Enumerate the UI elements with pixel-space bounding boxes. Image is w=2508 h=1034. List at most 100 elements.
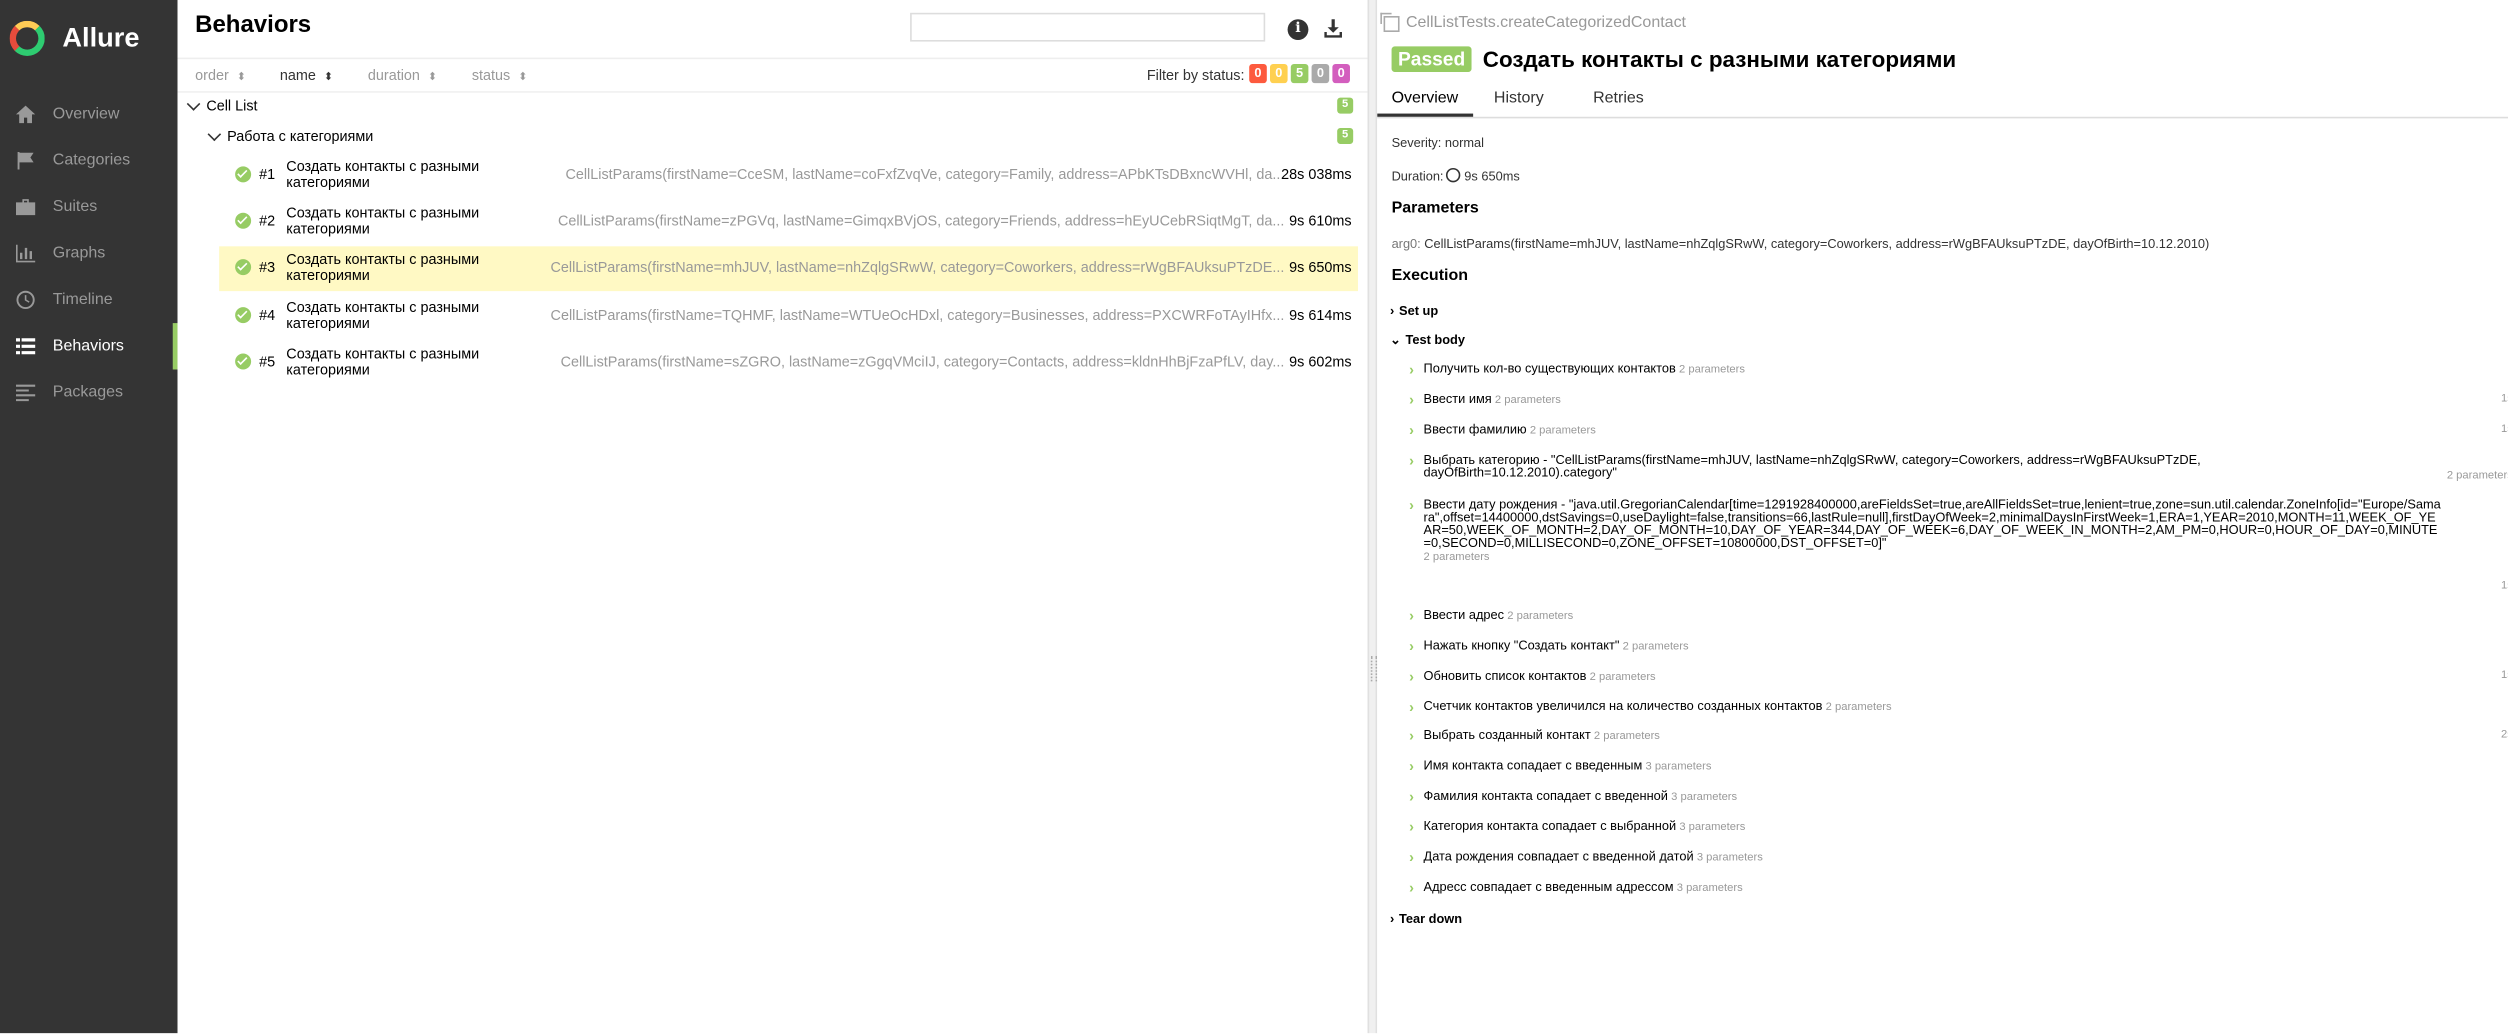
test-row-selected[interactable]: #3 Создать контакты с разными категориям… bbox=[219, 246, 1358, 292]
page-title: Behaviors bbox=[195, 11, 312, 39]
sort-name-label: name bbox=[279, 67, 316, 84]
behaviors-panel: Behaviors i order ⬍ name ⬍ duration ⬍ statu… bbox=[177, 0, 1368, 1034]
test-name: Создать контакты с разными категориями bbox=[286, 204, 480, 237]
test-params: CellListParams(firstName=CceSM, lastName… bbox=[565, 166, 1285, 183]
step-text: Фамилия контакта сопадает с введенной 3 p… bbox=[1423, 788, 2448, 804]
test-row[interactable]: #4 Создать контакты с разными категориям… bbox=[219, 294, 1358, 339]
pane-splitter[interactable] bbox=[1367, 0, 1378, 1034]
step-text: Адресс совпадает с введенным адрессом 3 p… bbox=[1424, 881, 2448, 895]
duration-label: Duration: bbox=[1391, 169, 1444, 184]
step-params: 3 parameters bbox=[1645, 761, 1712, 773]
passed-check-icon bbox=[235, 212, 252, 229]
step-time: 1s bbox=[2500, 580, 2508, 592]
info-icon[interactable]: i bbox=[1287, 19, 1309, 40]
sidebar-item-overview[interactable]: Overview bbox=[0, 91, 178, 137]
step-label: Адресс совпадает с введенным адрессом bbox=[1423, 879, 1674, 895]
copy-icon[interactable] bbox=[1380, 11, 1400, 32]
sort-duration-label: duration bbox=[367, 67, 420, 84]
teardown-section[interactable]: › Tear down bbox=[1390, 912, 1462, 926]
sort-order[interactable]: order ⬍ bbox=[195, 67, 246, 83]
sidebar-item-behaviors[interactable]: Behaviors bbox=[0, 323, 178, 370]
test-row[interactable]: #2 Создать контакты с разными категориям… bbox=[219, 200, 1358, 245]
chevron-right-icon: › bbox=[1409, 422, 1414, 439]
step-text: Дата рождения совпадает с введенной дато… bbox=[1424, 850, 2448, 865]
sidebar-item-categories[interactable]: Categories bbox=[0, 138, 178, 184]
filter-broken[interactable]: 0 bbox=[1270, 63, 1288, 84]
setup-section[interactable]: › Set up bbox=[1390, 304, 1438, 318]
chevron-down-icon: ⌄ bbox=[1389, 332, 1401, 348]
subgroup-count-badge: 5 bbox=[1337, 127, 1354, 144]
test-duration: 28s 038ms bbox=[1281, 166, 1352, 183]
step-label: Фамилия контакта сопадает с введенной bbox=[1423, 788, 1668, 803]
step-text: Категория контакта сопадает с выбранной 3… bbox=[1423, 818, 2448, 835]
chevron-right-icon: › bbox=[1409, 361, 1414, 378]
step-params: 3 parameters bbox=[1696, 852, 1763, 864]
duration: Duration: 9s 650ms bbox=[1391, 167, 1520, 184]
sidebar-item-timeline[interactable]: Timeline bbox=[0, 277, 178, 323]
list-icon bbox=[13, 336, 37, 357]
tab-retries[interactable]: Retries bbox=[1593, 90, 1644, 108]
step-label: Выбрать категорию - "CellListParams(firs… bbox=[1423, 452, 2201, 480]
status-badge: Passed bbox=[1391, 46, 1472, 72]
tab-overview[interactable]: Overview bbox=[1377, 90, 1473, 117]
step-text: Выбрать созданный контакт 2 parameters bbox=[1424, 729, 2448, 743]
download-icon[interactable] bbox=[1323, 18, 1344, 47]
sidebar-item-label: Timeline bbox=[52, 291, 113, 309]
filter-label: Filter by status: bbox=[1146, 67, 1245, 84]
test-params: CellListParams(firstName=zPGVq, lastName… bbox=[557, 212, 1285, 229]
sidebar-item-packages[interactable]: Packages bbox=[0, 369, 178, 415]
search-input[interactable] bbox=[910, 12, 1266, 42]
allure-logo-icon bbox=[9, 20, 45, 56]
test-duration: 9s 602ms bbox=[1289, 353, 1352, 370]
sort-arrows-icon: ⬍ bbox=[518, 71, 528, 84]
filter-skipped[interactable]: 0 bbox=[1311, 63, 1330, 84]
step-text: Имя контакта сопадает с введенным 3 param… bbox=[1424, 759, 2448, 774]
test-duration: 9s 610ms bbox=[1289, 212, 1352, 229]
test-fullname: CellListTests.createCategorizedContact bbox=[1380, 11, 1687, 32]
filter-failed[interactable]: 0 bbox=[1249, 63, 1267, 84]
tree-subgroup[interactable]: Работа с категориями bbox=[207, 123, 373, 149]
flag-icon bbox=[13, 150, 37, 171]
clock-icon bbox=[13, 290, 37, 311]
step-params: 2 parameters bbox=[1593, 730, 1660, 743]
step-params: 2 parameters bbox=[1622, 641, 1689, 653]
sort-status[interactable]: status ⬍ bbox=[472, 67, 528, 83]
test-number: #5 bbox=[259, 353, 276, 370]
test-name: Создать контакты с разными категориями bbox=[286, 345, 480, 378]
passed-check-icon bbox=[235, 259, 252, 276]
step-time: 2s bbox=[2500, 729, 2508, 741]
chevron-right-icon: › bbox=[1409, 638, 1414, 655]
test-name: Создать контакты с разными категориями bbox=[286, 251, 480, 284]
brand-name: Allure bbox=[62, 22, 140, 53]
passed-check-icon bbox=[235, 353, 252, 370]
filter-passed[interactable]: 5 bbox=[1290, 63, 1309, 84]
test-body-section[interactable]: ⌄ Test body bbox=[1390, 333, 1465, 347]
sidebar-item-graphs[interactable]: Graphs bbox=[0, 230, 178, 276]
test-number: #2 bbox=[259, 212, 276, 229]
step-params: 2 parameters bbox=[1423, 551, 1490, 564]
tab-history[interactable]: History bbox=[1494, 90, 1544, 108]
chevron-right-icon: › bbox=[1409, 758, 1414, 775]
step-params: 3 parameters bbox=[1671, 791, 1738, 803]
step-label: Категория контакта сопадает с выбранной bbox=[1423, 818, 1677, 834]
sort-name[interactable]: name ⬍ bbox=[280, 67, 333, 83]
test-body-label: Test body bbox=[1405, 332, 1465, 348]
step-params: 2 parameters bbox=[1679, 364, 1746, 376]
test-row[interactable]: #5 Создать контакты с разными категориям… bbox=[219, 341, 1358, 386]
align-left-icon bbox=[13, 382, 37, 403]
step-label: Ввести дату рождения - "java.util.Gregor… bbox=[1423, 497, 2441, 551]
fullname-text: CellListTests.createCategorizedContact bbox=[1405, 14, 1687, 32]
filter-unknown[interactable]: 0 bbox=[1332, 63, 1350, 84]
tree-group[interactable]: Cell List bbox=[186, 93, 258, 119]
sidebar-item-suites[interactable]: Suites bbox=[0, 184, 178, 230]
test-row[interactable]: #1 Создать контакты с разными категориям… bbox=[219, 154, 1358, 199]
teardown-label: Tear down bbox=[1399, 911, 1463, 927]
parameter-row: arg0: CellListParams(firstName=mhJUV, la… bbox=[1392, 237, 2210, 251]
test-params: CellListParams(firstName=TQHMF, lastName… bbox=[550, 307, 1285, 324]
passed-check-icon bbox=[235, 307, 252, 324]
brand[interactable]: Allure bbox=[0, 0, 178, 77]
test-duration: 9s 650ms bbox=[1289, 259, 1352, 276]
sort-duration[interactable]: duration ⬍ bbox=[368, 67, 437, 83]
briefcase-icon bbox=[13, 197, 37, 218]
test-title: Passed Создать контакты с разными катего… bbox=[1391, 46, 1956, 72]
